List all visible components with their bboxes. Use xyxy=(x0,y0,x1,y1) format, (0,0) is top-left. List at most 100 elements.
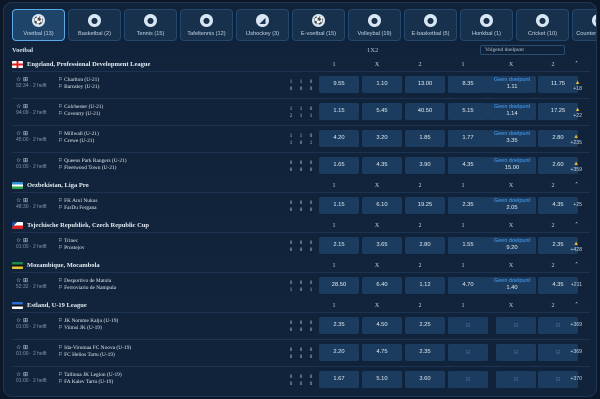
match-row[interactable]: ☆ ⊞ 92:34 · 2 helft ⚐ Charlton (U-21) ⚐ Bar… xyxy=(12,71,590,97)
match-row[interactable]: ☆ ⊞ 01:00 · 2 helft ⚐ Queens Park Rangers … xyxy=(12,152,590,178)
odd-button[interactable]: 1.77 xyxy=(448,130,488,147)
tab-soccer-ball[interactable]: ⚽ Voetbal (13) xyxy=(12,9,65,41)
favorite-and-stats-icons[interactable]: ☆ ⊞ xyxy=(16,371,47,378)
match-row[interactable]: ☆ ⊞ 01:00 · 2 helft ⚐ Trinec ⚐ Prostejov 0 0 0… xyxy=(12,232,590,258)
tab-e-basketball[interactable]: ● E-basketbal (5) xyxy=(404,9,457,41)
odd-button[interactable]: 4.50 xyxy=(362,317,402,334)
odd-button[interactable]: 4.75 xyxy=(362,344,402,361)
odd-button[interactable]: 2.20 xyxy=(319,344,359,361)
favorite-and-stats-icons[interactable]: ☆ ⊞ xyxy=(16,317,47,324)
match-row[interactable]: ☆ ⊞ 48:30 · 2 helft ⚐ FK Arul Nukus ⚐ FarDu… xyxy=(12,192,590,218)
match-row[interactable]: ☆ ⊞ 01:00 · 2 helft ⚐ Ida-Virumaa FC Noova… xyxy=(12,339,590,365)
tab-table-tennis[interactable]: ● Tafeltennis (12) xyxy=(180,9,233,41)
next-goal-button[interactable]: Geen doelpunt 9.20 xyxy=(488,237,536,254)
odd-button[interactable]: 1.10 xyxy=(362,76,402,93)
odd-button[interactable]: 1.67 xyxy=(319,371,359,388)
match-row[interactable]: ☆ ⊞ 52:32 · 2 helft ⚐ Desportivo de Matola… xyxy=(12,272,590,298)
favorite-and-stats-icons[interactable]: ☆ ⊞ xyxy=(16,76,47,83)
odd-button[interactable]: 11.75 xyxy=(538,76,578,93)
chevron-up-icon[interactable]: ˄ xyxy=(575,222,578,229)
tab-counter-strike[interactable]: ◉ Counter-Strike (2) xyxy=(572,9,596,41)
chevron-up-icon[interactable]: ˄ xyxy=(575,182,578,189)
next-goal-button[interactable]: Geen doelpunt 3.35 xyxy=(488,130,536,147)
more-markets-link[interactable]: +370 xyxy=(570,376,582,382)
odd-button[interactable]: 28.50 xyxy=(319,277,359,294)
odd-button[interactable]: 3.65 xyxy=(362,237,402,254)
odd-button[interactable]: 13.00 xyxy=(405,76,445,93)
market-select-next-goal[interactable]: Volgend doelpunt xyxy=(480,45,565,55)
match-row[interactable]: ☆ ⊞ 01:00 · 2 helft ⚐ JK Nomme Kalju (U-19… xyxy=(12,312,590,338)
odd-button[interactable]: 2.15 xyxy=(319,237,359,254)
tab-baseball[interactable]: ● Honkbal (1) xyxy=(460,9,513,41)
odd-button[interactable]: 1.65 xyxy=(319,157,359,174)
next-goal-button[interactable]: Geen doelpunt 1.14 xyxy=(488,103,536,120)
more-markets-link[interactable]: ▲ +359 xyxy=(570,161,582,173)
next-goal-button[interactable]: Geen doelpunt 1.11 xyxy=(488,76,536,93)
favorite-and-stats-icons[interactable]: ☆ ⊞ xyxy=(16,277,47,284)
next-goal-button[interactable]: Geen doelpunt 2.05 xyxy=(488,197,536,214)
odd-button[interactable]: 3.60 xyxy=(405,371,445,388)
odd-button[interactable]: 2.25 xyxy=(405,317,445,334)
odd-button[interactable]: 19.25 xyxy=(405,197,445,214)
next-goal-button[interactable]: Geen doelpunt 1.40 xyxy=(488,277,536,294)
odd-button[interactable]: 4.70 xyxy=(448,277,488,294)
odd-button[interactable]: 3.20 xyxy=(362,130,402,147)
odd-button[interactable]: 1.12 xyxy=(405,277,445,294)
odd-button[interactable]: 1.15 xyxy=(319,103,359,120)
more-markets-link[interactable]: +211 xyxy=(571,282,582,288)
odd-button[interactable]: 1.55 xyxy=(448,237,488,254)
odd-button[interactable]: 6.40 xyxy=(362,277,402,294)
more-markets-link[interactable]: ▲ +235 xyxy=(570,134,582,146)
next-goal-button[interactable]: Geen doelpunt 15.00 xyxy=(488,157,536,174)
more-markets-link[interactable]: +25 xyxy=(573,202,582,208)
odd-button[interactable]: 4.20 xyxy=(319,130,359,147)
odd-button[interactable]: 9.55 xyxy=(319,76,359,93)
odd-button[interactable]: 1.85 xyxy=(405,130,445,147)
tab-tennis-ball[interactable]: ● Tennis (15) xyxy=(124,9,177,41)
more-markets-link[interactable]: ▲ +18 xyxy=(573,80,582,92)
more-markets-link[interactable]: +369 xyxy=(570,349,582,355)
odd-button[interactable]: 2.35 xyxy=(405,344,445,361)
league-header[interactable]: Estland, U-19 League 1 X 2 1 X 2 ˄ xyxy=(12,299,590,312)
tab-cricket[interactable]: ● Cricket (10) xyxy=(516,9,569,41)
more-markets-link[interactable]: ▲ +22 xyxy=(573,107,582,119)
tab-basketball[interactable]: ● Basketbal (2) xyxy=(68,9,121,41)
favorite-and-stats-icons[interactable]: ☆ ⊞ xyxy=(16,197,47,204)
odd-button[interactable]: 8.35 xyxy=(448,76,488,93)
league-header[interactable]: Oezbekistan, Liga Pro 1 X 2 1 X 2 ˄ xyxy=(12,179,590,192)
league-header[interactable]: Mozambique, Mocambola 1 X 2 1 X 2 ˄ xyxy=(12,259,590,272)
chevron-up-icon[interactable]: ˄ xyxy=(575,262,578,269)
odd-button[interactable]: 2.35 xyxy=(319,317,359,334)
favorite-and-stats-icons[interactable]: ☆ ⊞ xyxy=(16,344,47,351)
odd-button[interactable]: 5.10 xyxy=(362,371,402,388)
odd-button[interactable]: 1.15 xyxy=(319,197,359,214)
tab-volleyball[interactable]: ● Volleybal (19) xyxy=(348,9,401,41)
chevron-up-icon[interactable]: ˄ xyxy=(575,61,578,68)
favorite-and-stats-icons[interactable]: ☆ ⊞ xyxy=(16,130,47,137)
odd-button[interactable]: 5.15 xyxy=(448,103,488,120)
more-markets-link[interactable]: +369 xyxy=(570,322,582,328)
tab-ice-hockey[interactable]: ◢ IJshockey (3) xyxy=(236,9,289,41)
odd-button[interactable]: 5.45 xyxy=(362,103,402,120)
match-row[interactable]: ☆ ⊞ 01:00 · 2 helft ⚐ Tallinna JK Legion (… xyxy=(12,366,590,392)
favorite-and-stats-icons[interactable]: ☆ ⊞ xyxy=(16,157,47,164)
chevron-up-icon[interactable]: ˄ xyxy=(575,302,578,309)
more-markets-link[interactable]: ▲ +428 xyxy=(570,241,582,253)
tab-e-football[interactable]: ⚽ E-voetbal (15) xyxy=(292,9,345,41)
market-select-1x2[interactable]: 1X2 xyxy=(367,47,378,54)
odd-button[interactable]: 40.50 xyxy=(405,103,445,120)
odd-button[interactable]: 2.35 xyxy=(448,197,488,214)
favorite-and-stats-icons[interactable]: ☆ ⊞ xyxy=(16,103,47,110)
odd-button[interactable]: 4.35 xyxy=(448,157,488,174)
favorite-and-stats-icons[interactable]: ☆ ⊞ xyxy=(16,237,47,244)
match-row[interactable]: ☆ ⊞ 45:00 · 2 helft ⚐ Millwall (U-21) ⚐ Cre… xyxy=(12,125,590,151)
odd-button[interactable]: 4.35 xyxy=(538,197,578,214)
league-header[interactable]: Engeland, Professional Development Leagu… xyxy=(12,58,590,71)
league-header[interactable]: Tsjechische Republiek, Czech Republic Cu… xyxy=(12,219,590,232)
odd-button[interactable]: 6.10 xyxy=(362,197,402,214)
match-row[interactable]: ☆ ⊞ 94:09 · 2 helft ⚐ Colchester (U-21) ⚐ C… xyxy=(12,98,590,124)
odd-button[interactable]: 3.90 xyxy=(405,157,445,174)
odd-button[interactable]: 4.35 xyxy=(362,157,402,174)
odd-button[interactable]: 2.80 xyxy=(405,237,445,254)
odd-button[interactable]: 17.25 xyxy=(538,103,578,120)
